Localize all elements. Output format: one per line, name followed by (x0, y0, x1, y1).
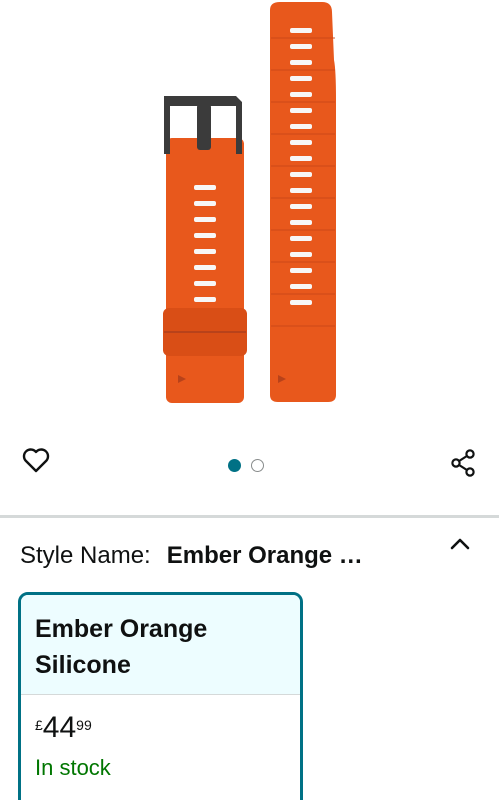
variant-header: Ember Orange Silicone (21, 595, 300, 695)
price-whole: 44 (42, 711, 77, 744)
price-fraction: 99 (76, 717, 92, 733)
variant-details: £ 44 99 In stock (21, 695, 300, 781)
style-selected-value: Ember Orange … (166, 542, 363, 569)
image-action-row (0, 430, 499, 500)
share-icon[interactable] (447, 447, 479, 479)
style-selector-header[interactable]: Style Name: Ember Orange … (20, 538, 480, 574)
availability-status: In stock (35, 755, 111, 780)
price-currency: £ (35, 717, 43, 733)
carousel-dot-1[interactable] (228, 459, 241, 472)
variant-option-selected[interactable]: Ember Orange Silicone £ 44 99 In stock (18, 592, 303, 800)
variant-name: Ember Orange Silicone (35, 615, 208, 679)
style-label: Style Name: (20, 542, 151, 569)
carousel-dots (228, 459, 264, 472)
section-divider (0, 515, 499, 518)
heart-icon[interactable] (20, 444, 52, 476)
watch-strap-image (163, 2, 336, 403)
carousel-dot-2[interactable] (251, 459, 264, 472)
variant-price: £ 44 99 (35, 713, 286, 743)
product-image-area[interactable] (0, 0, 499, 430)
chevron-up-icon[interactable] (448, 534, 472, 554)
